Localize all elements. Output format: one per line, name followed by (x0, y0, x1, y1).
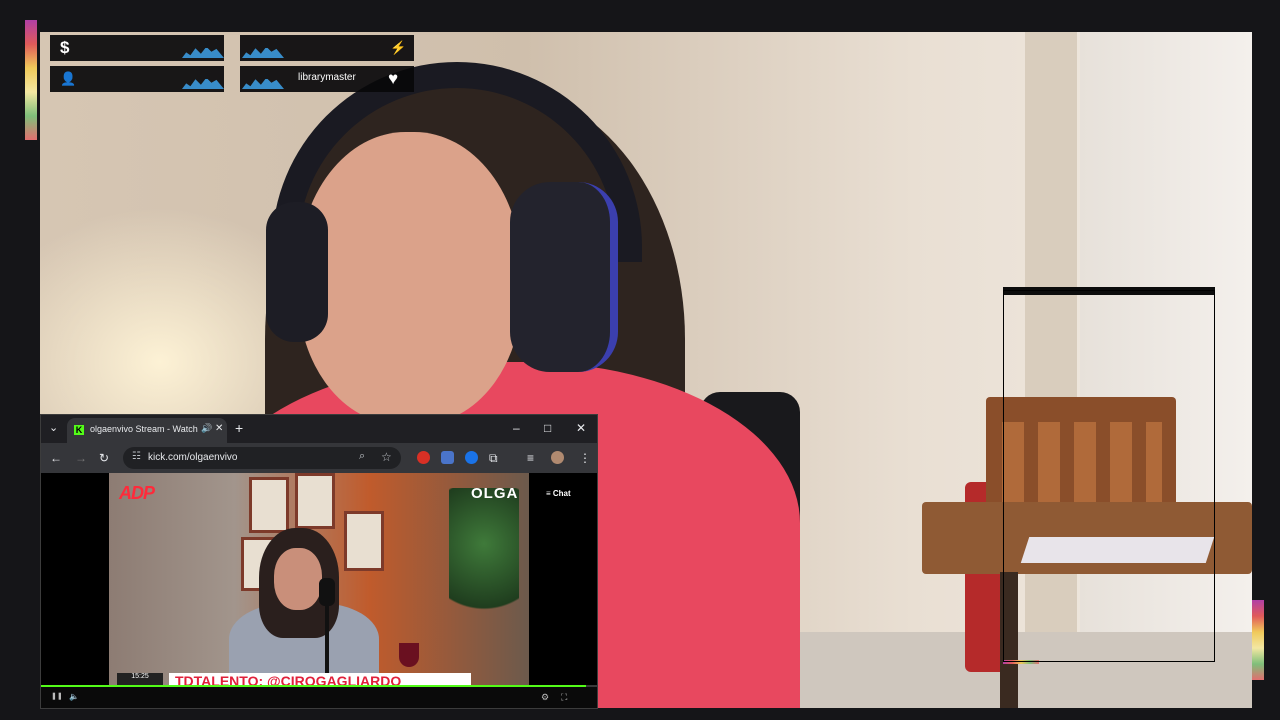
toolbar: ← → ↻ ☷ kick.com/olgaenvivo ⌕ ☆ ⧉ ≡ ⋮ (41, 443, 597, 473)
video-controls: ❚❚ 🔈 ⚙ ⛶ (41, 687, 597, 708)
browser-window: ⌄ K olgaenvivo Stream - Watch 🔊 ✕ + – □ … (41, 415, 597, 708)
flame-icon: ⚡ (390, 40, 407, 55)
headphones-left-earcup (266, 202, 328, 342)
tab-strip: ⌄ K olgaenvivo Stream - Watch 🔊 ✕ + – □ … (41, 415, 597, 443)
new-tab-button[interactable]: + (235, 421, 243, 435)
rainbow-strip-left (25, 20, 37, 140)
audio-wave (182, 77, 224, 89)
supporter-panel: librarymaster ♥ (240, 66, 414, 92)
close-window-button[interactable]: ✕ (576, 421, 586, 435)
forward-button[interactable]: → (75, 451, 87, 465)
back-button[interactable]: ← (50, 451, 62, 465)
url-text[interactable]: kick.com/olgaenvivo (148, 452, 237, 463)
bookmark-star-icon[interactable]: ☆ (381, 450, 392, 464)
bits-panel: ⚡ (240, 35, 414, 61)
settings-icon[interactable]: ⚙ (541, 692, 549, 703)
wall-poster (249, 477, 289, 533)
reload-button[interactable]: ↻ (99, 451, 109, 465)
tab-search-button[interactable]: ⌄ (49, 421, 58, 435)
camera-frame (1003, 290, 1215, 662)
supporter-username: librarymaster (298, 72, 356, 83)
tab-title: olgaenvivo Stream - Watch (90, 424, 198, 434)
heart-icon: ♥ (388, 69, 399, 88)
wall-poster (295, 473, 335, 529)
translate-icon[interactable] (441, 451, 454, 464)
adp-logo: ADP (119, 483, 155, 503)
follower-panel: 👤 (50, 66, 224, 92)
minimize-button[interactable]: – (513, 421, 520, 435)
chat-toggle-button[interactable]: ≡ Chat (546, 489, 571, 498)
plant (449, 488, 519, 628)
address-bar[interactable]: ☷ kick.com/olgaenvivo ⌕ ☆ (123, 447, 401, 469)
profile-avatar[interactable] (551, 451, 564, 464)
browser-menu-icon[interactable]: ⋮ (579, 451, 591, 465)
zoom-icon[interactable]: ⌕ (359, 450, 365, 463)
media-controls-icon[interactable]: ≡ (527, 451, 534, 465)
speaker-icon[interactable]: 🔊 (201, 423, 212, 434)
audio-wave (182, 46, 224, 58)
microphone (319, 578, 335, 606)
extension-icon[interactable] (417, 451, 430, 464)
kick-favicon-icon: K (74, 425, 84, 435)
wall-poster (344, 511, 384, 571)
mic-stand (325, 603, 329, 683)
rainbow-strip-right (1252, 600, 1264, 680)
host-face (274, 548, 322, 610)
audio-wave (242, 77, 284, 89)
headphones-right-earcup (510, 182, 618, 372)
user-icon: 👤 (60, 71, 77, 86)
tab-olgaenvivo[interactable]: K olgaenvivo Stream - Watch 🔊 ✕ (67, 418, 227, 443)
volume-icon[interactable]: 🔈 (69, 692, 79, 701)
site-info-icon[interactable]: ☷ (132, 451, 141, 462)
dollar-icon: $ (60, 38, 70, 57)
tab-close-icon[interactable]: ✕ (215, 423, 223, 434)
extension-icon[interactable] (465, 451, 478, 464)
audio-wave (242, 46, 284, 58)
olga-logo: OLGA (471, 485, 519, 502)
pause-button[interactable]: ❚❚ (51, 692, 63, 700)
extensions-puzzle-icon[interactable]: ⧉ (489, 451, 498, 465)
maximize-button[interactable]: □ (544, 421, 551, 435)
video-player[interactable]: ADP OLGA 15:25 TDTALENTO: @CIROGAGLIARDO… (109, 473, 529, 686)
donation-panel: $ (50, 35, 224, 61)
fullscreen-icon[interactable]: ⛶ (561, 692, 567, 703)
page-content: ADP OLGA 15:25 TDTALENTO: @CIROGAGLIARDO… (41, 473, 597, 708)
wine-glass (399, 643, 419, 667)
